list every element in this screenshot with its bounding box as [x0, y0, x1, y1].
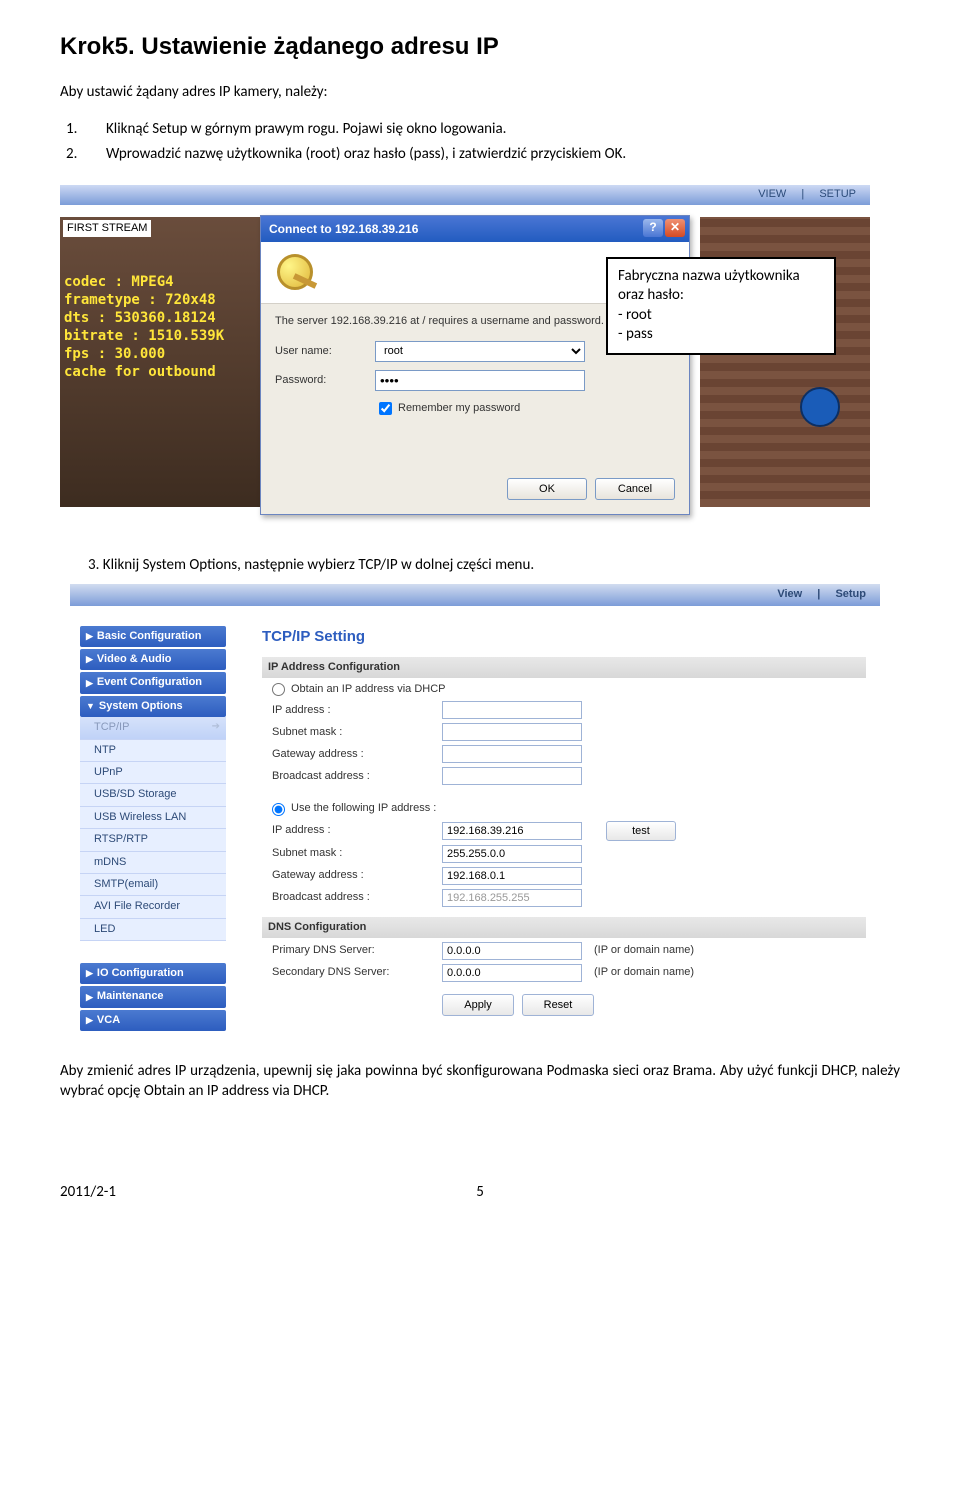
menu-event[interactable]: ▶Event Configuration [80, 672, 226, 693]
input-broadcast[interactable] [442, 889, 582, 907]
menu-maint[interactable]: ▶Maintenance [80, 986, 226, 1007]
label-dns1: Primary DNS Server: [272, 943, 442, 958]
ok-button[interactable]: OK [507, 478, 587, 500]
remember-checkbox[interactable] [379, 402, 392, 415]
input-dns2[interactable] [442, 964, 582, 982]
test-button[interactable]: test [606, 821, 676, 841]
label-ip: IP address : [272, 703, 442, 718]
menu-mdns[interactable]: mDNS [80, 852, 226, 874]
first-stream-label: FIRST STREAM [63, 220, 151, 237]
link-sep: | [795, 188, 810, 200]
password-label: Password: [275, 373, 367, 388]
menu-video[interactable]: ▶Video & Audio [80, 649, 226, 670]
link-view[interactable]: View [771, 588, 808, 600]
menu-usbwlan[interactable]: USB Wireless LAN [80, 807, 226, 829]
menu-basic[interactable]: ▶Basic Configuration [80, 626, 226, 647]
menu-tcpip[interactable]: TCP/IP [80, 717, 226, 739]
label-static: Use the following IP address : [291, 801, 436, 816]
label-subnet: Subnet mask : [272, 725, 442, 740]
page-footer: 2011/2-1 5 [60, 1182, 900, 1203]
input-broadcast-dhcp[interactable] [442, 767, 582, 785]
label-gateway-s: Gateway address : [272, 868, 442, 883]
default-credentials-callout: Fabryczna nazwa użytkownika oraz hasło: … [606, 257, 836, 355]
keys-icon [273, 250, 317, 294]
video-osd: codec : MPEG4 frametype : 720x48 dts : 5… [60, 273, 224, 381]
help-button[interactable]: ? [643, 219, 663, 237]
content-panel: TCP/IP Setting IP Address Configuration … [232, 606, 880, 1040]
dialog-title: Connect to 192.168.39.216 [269, 222, 418, 236]
menu-system[interactable]: ▼System Options [80, 696, 226, 717]
username-label: User name: [275, 344, 367, 359]
step-list: 1.Kliknąć Setup w górnym prawym rogu. Po… [60, 119, 900, 165]
step-2: 2.Wprowadzić nazwę użytkownika (root) or… [88, 144, 900, 165]
label-broadcast: Broadcast address : [272, 769, 442, 784]
label-gateway: Gateway address : [272, 747, 442, 762]
sidebar: ▶Basic Configuration ▶Video & Audio ▶Eve… [70, 606, 232, 1040]
username-field[interactable]: root [375, 341, 585, 362]
input-gateway-dhcp[interactable] [442, 745, 582, 763]
menu-avi[interactable]: AVI File Recorder [80, 896, 226, 918]
link-setup[interactable]: Setup [829, 588, 872, 600]
step-3: 3. Kliknij System Options, następnie wyb… [88, 555, 900, 576]
step-1: 1.Kliknąć Setup w górnym prawym rogu. Po… [88, 119, 900, 140]
closing-paragraph: Aby zmienić adres IP urządzenia, upewnij… [60, 1061, 900, 1102]
camera-topbar: VIEW | SETUP [60, 185, 870, 205]
apply-button[interactable]: Apply [442, 994, 514, 1016]
label-dhcp: Obtain an IP address via DHCP [291, 682, 445, 697]
menu-usbsd[interactable]: USB/SD Storage [80, 784, 226, 806]
blue-sign-icon [800, 387, 840, 427]
menu-led[interactable]: LED [80, 919, 226, 941]
label-broadcast-s: Broadcast address : [272, 890, 442, 905]
submenu-system: TCP/IP NTP UPnP USB/SD Storage USB Wirel… [80, 717, 226, 941]
menu-vca[interactable]: ▶VCA [80, 1010, 226, 1031]
setup-topbar: View | Setup [70, 584, 880, 606]
menu-io[interactable]: ▶IO Configuration [80, 963, 226, 984]
page-title: Krok5. Ustawienie żądanego adresu IP [60, 30, 900, 64]
screenshot-tcpip: View | Setup ▶Basic Configuration ▶Video… [70, 584, 880, 1040]
cancel-button[interactable]: Cancel [595, 478, 675, 500]
remember-label: Remember my password [398, 401, 520, 416]
label-ip-s: IP address : [272, 823, 442, 838]
footer-date: 2011/2-1 [60, 1182, 116, 1203]
intro-text: Aby ustawić żądany adres IP kamery, nale… [60, 82, 900, 103]
input-dns1[interactable] [442, 942, 582, 960]
link-sep: | [811, 588, 826, 600]
radio-dhcp[interactable] [272, 683, 285, 696]
password-field[interactable] [375, 370, 585, 391]
hint-dns1: (IP or domain name) [594, 943, 694, 958]
link-setup[interactable]: SETUP [813, 188, 862, 200]
menu-smtp[interactable]: SMTP(email) [80, 874, 226, 896]
dialog-titlebar: Connect to 192.168.39.216 ? ✕ [261, 216, 689, 242]
group-ip: IP Address Configuration [262, 657, 866, 678]
input-subnet[interactable] [442, 845, 582, 863]
page-number: 5 [476, 1182, 484, 1203]
section-title: TCP/IP Setting [262, 626, 866, 647]
input-gateway[interactable] [442, 867, 582, 885]
reset-button[interactable]: Reset [522, 994, 594, 1016]
radio-static[interactable] [272, 803, 285, 816]
menu-ntp[interactable]: NTP [80, 740, 226, 762]
label-dns2: Secondary DNS Server: [272, 965, 442, 980]
screenshot-login: VIEW | SETUP FIRST STREAM codec : MPEG4 … [60, 185, 870, 535]
label-subnet-s: Subnet mask : [272, 846, 442, 861]
close-button[interactable]: ✕ [665, 219, 685, 237]
group-dns: DNS Configuration [262, 917, 866, 938]
input-ip-dhcp[interactable] [442, 701, 582, 719]
input-subnet-dhcp[interactable] [442, 723, 582, 741]
menu-upnp[interactable]: UPnP [80, 762, 226, 784]
menu-rtsp[interactable]: RTSP/RTP [80, 829, 226, 851]
hint-dns2: (IP or domain name) [594, 965, 694, 980]
link-view[interactable]: VIEW [752, 188, 792, 200]
input-ip[interactable] [442, 822, 582, 840]
